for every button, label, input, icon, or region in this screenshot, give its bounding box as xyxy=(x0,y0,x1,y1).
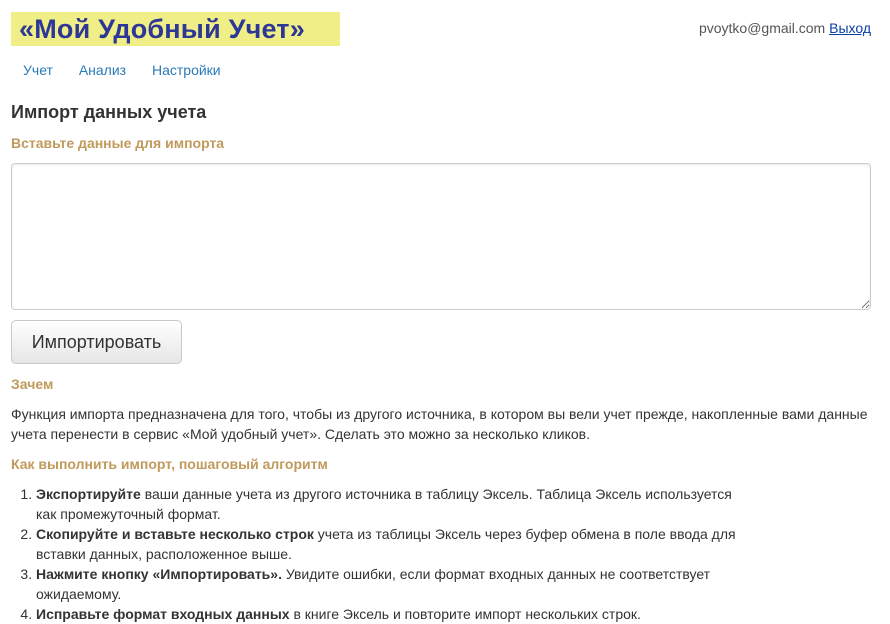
step-bold: Экспортируйте xyxy=(36,486,141,502)
app-logo[interactable]: «Мой Удобный Учет» xyxy=(11,12,340,46)
import-button[interactable]: Импортировать xyxy=(11,320,182,364)
how-heading: Как выполнить импорт, пошаговый алгоритм xyxy=(11,456,328,472)
import-data-input[interactable] xyxy=(11,163,871,310)
nav-item-accounting[interactable]: Учет xyxy=(23,62,53,78)
step-text: ваши данные учета из другого источника в… xyxy=(36,486,732,522)
step-item: Исправьте формат входных данных в книге … xyxy=(36,604,756,624)
user-panel: pvoytko@gmail.com Выход xyxy=(699,20,871,36)
step-item: Нажмите кнопку «Импортировать». Увидите … xyxy=(36,564,756,604)
paste-label: Вставьте данные для импорта xyxy=(11,135,225,151)
why-text: Функция импорта предназначена для того, … xyxy=(11,406,868,442)
step-bold: Исправьте формат входных данных xyxy=(36,606,290,622)
step-bold: Скопируйте и вставьте несколько строк xyxy=(36,526,314,542)
logout-link[interactable]: Выход xyxy=(829,20,871,36)
step-item: Экспортируйте ваши данные учета из друго… xyxy=(36,484,756,524)
page-title: Импорт данных учета xyxy=(11,102,207,122)
nav-item-analysis[interactable]: Анализ xyxy=(79,62,126,78)
step-text: в книге Эксель и повторите импорт нескол… xyxy=(289,606,641,622)
steps-list: Экспортируйте ваши данные учета из друго… xyxy=(11,484,756,624)
why-heading: Зачем xyxy=(11,376,54,392)
user-email: pvoytko@gmail.com xyxy=(698,20,826,36)
step-item: Скопируйте и вставьте несколько строк уч… xyxy=(36,524,756,564)
main-nav: Учет Анализ Настройки xyxy=(23,62,243,78)
nav-item-settings[interactable]: Настройки xyxy=(152,62,221,78)
step-bold: Нажмите кнопку «Импортировать». xyxy=(36,566,282,582)
